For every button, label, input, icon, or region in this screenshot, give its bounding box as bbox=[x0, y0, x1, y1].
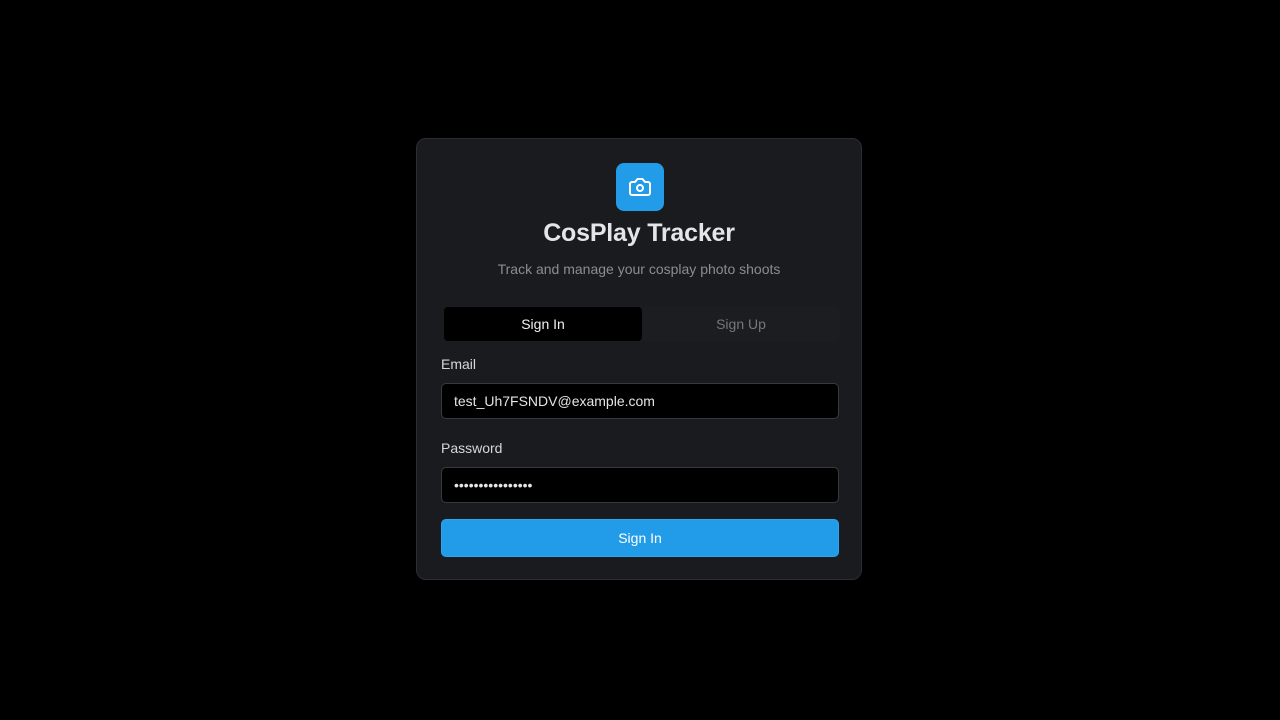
app-logo bbox=[616, 163, 664, 211]
sign-in-button[interactable]: Sign In bbox=[441, 519, 839, 557]
auth-tabs: Sign In Sign Up bbox=[444, 307, 840, 341]
app-subtitle: Track and manage your cosplay photo shoo… bbox=[497, 261, 781, 277]
tab-sign-in[interactable]: Sign In bbox=[444, 307, 642, 341]
tab-sign-up[interactable]: Sign Up bbox=[642, 307, 840, 341]
email-field[interactable] bbox=[441, 383, 839, 419]
camera-icon bbox=[629, 178, 651, 196]
auth-card: CosPlay Tracker Track and manage your co… bbox=[416, 138, 862, 580]
app-title: CosPlay Tracker bbox=[543, 219, 735, 247]
password-field[interactable] bbox=[441, 467, 839, 503]
password-label: Password bbox=[441, 440, 503, 456]
email-label: Email bbox=[441, 356, 477, 372]
